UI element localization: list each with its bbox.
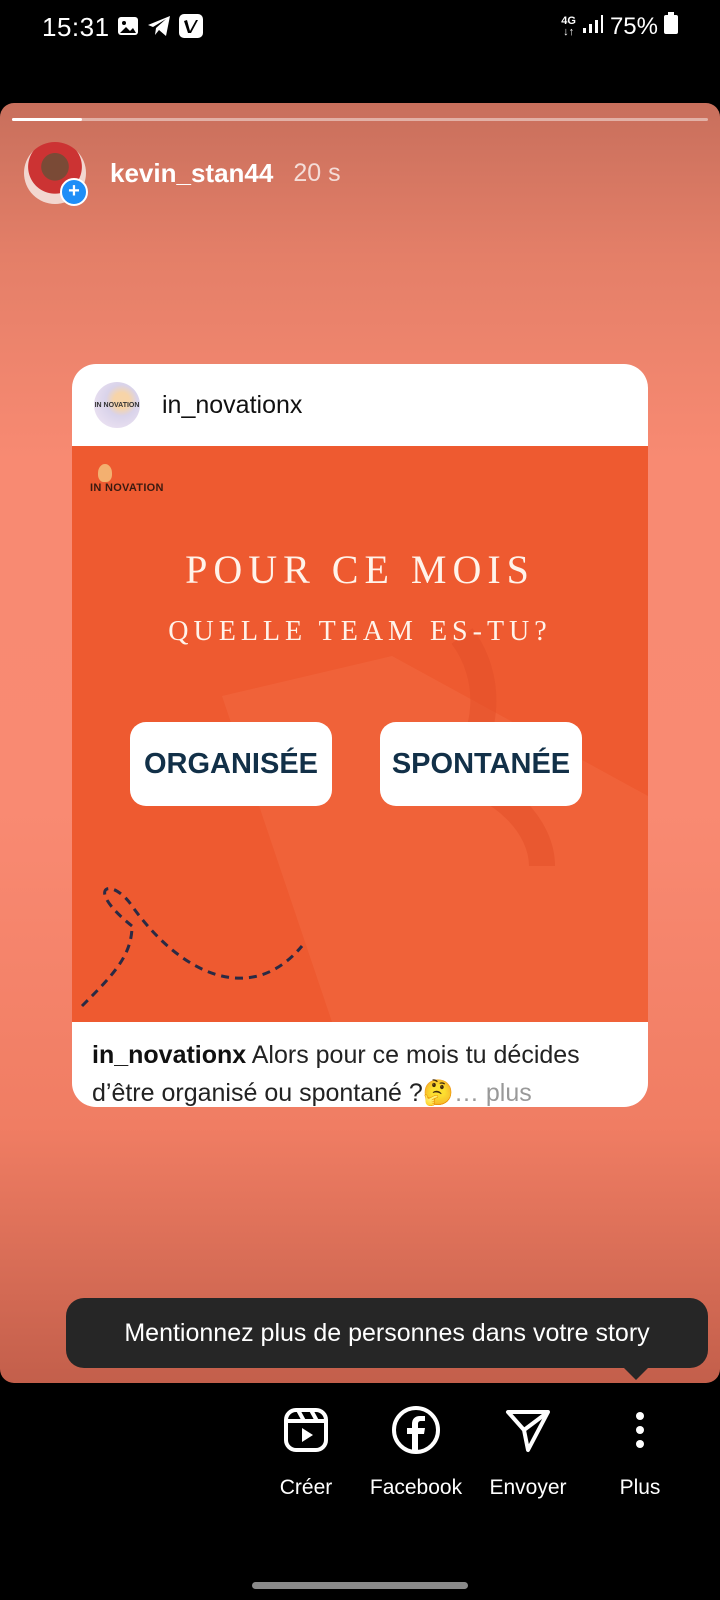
story-header[interactable]: + kevin_stan44 20 s — [24, 141, 341, 206]
gallery-icon — [116, 14, 140, 43]
more-label: Plus — [619, 1476, 661, 1499]
caption-more-link[interactable]: … plus — [454, 1079, 532, 1107]
post-username[interactable]: in_novationx — [162, 391, 302, 420]
reels-icon — [251, 1390, 361, 1470]
telegram-icon — [146, 14, 172, 43]
post-subheadline: QUELLE TEAM ES-TU? — [168, 616, 552, 647]
home-indicator[interactable] — [252, 1582, 468, 1589]
brand-logo-icon — [98, 464, 112, 482]
post-caption[interactable]: in_novationx Alors pour ce mois tu décid… — [92, 1036, 632, 1107]
facebook-label: Facebook — [369, 1476, 463, 1499]
status-bar: 15:31 4G ↓↑ 75% — [0, 0, 720, 56]
mention-tooltip[interactable]: Mentionnez plus de personnes dans votre … — [66, 1298, 708, 1380]
signal-icon — [582, 13, 604, 41]
post-avatar[interactable]: IN NOVATION — [94, 382, 140, 428]
more-vertical-icon — [585, 1390, 695, 1470]
more-button[interactable]: Plus — [585, 1390, 695, 1500]
story-progress-bar — [12, 118, 708, 121]
network-type: 4G ↓↑ — [561, 14, 576, 38]
post-image[interactable]: IN NOVATION POUR CE MOIS QUELLE TEAM ES-… — [72, 446, 648, 1022]
tooltip-text: Mentionnez plus de personnes dans votre … — [124, 1318, 650, 1347]
facebook-share-button[interactable]: Facebook — [361, 1390, 471, 1500]
battery-percent: 75% — [609, 12, 658, 40]
story-actions-bar: Créer Facebook Envoyer Plus — [0, 1390, 720, 1530]
story-timestamp: 20 s — [293, 158, 341, 187]
shared-post-card[interactable]: IN NOVATION in_novationx IN NOVATION POU… — [72, 364, 648, 1107]
vimeo-icon — [178, 13, 204, 44]
facebook-icon — [361, 1390, 471, 1470]
story-progress-fill — [12, 118, 82, 121]
battery-icon — [664, 12, 678, 41]
send-icon — [473, 1390, 583, 1470]
send-button[interactable]: Envoyer — [473, 1390, 583, 1500]
option-spontanee: SPONTANÉE — [380, 722, 582, 806]
post-avatar-logo-text: IN NOVATION — [94, 401, 140, 409]
story-username[interactable]: kevin_stan44 — [110, 158, 273, 189]
post-header[interactable]: IN NOVATION in_novationx — [72, 364, 648, 446]
create-button[interactable]: Créer — [251, 1390, 361, 1500]
notification-icons — [116, 13, 204, 44]
status-time: 15:31 — [42, 12, 110, 42]
brand-logo-text: IN NOVATION — [90, 482, 164, 494]
tooltip-arrow — [624, 1368, 648, 1380]
create-label: Créer — [279, 1476, 333, 1499]
post-headline: POUR CE MOIS — [185, 547, 535, 592]
story-viewer[interactable]: + kevin_stan44 20 s IN NOVATION in_novat… — [0, 103, 720, 1383]
avatar[interactable]: + — [24, 142, 88, 206]
send-label: Envoyer — [489, 1476, 567, 1499]
caption-username[interactable]: in_novationx — [92, 1041, 246, 1069]
status-right: 4G ↓↑ 75% — [561, 12, 678, 41]
option-organisee: ORGANISÉE — [130, 722, 332, 806]
add-story-icon[interactable]: + — [60, 178, 88, 206]
